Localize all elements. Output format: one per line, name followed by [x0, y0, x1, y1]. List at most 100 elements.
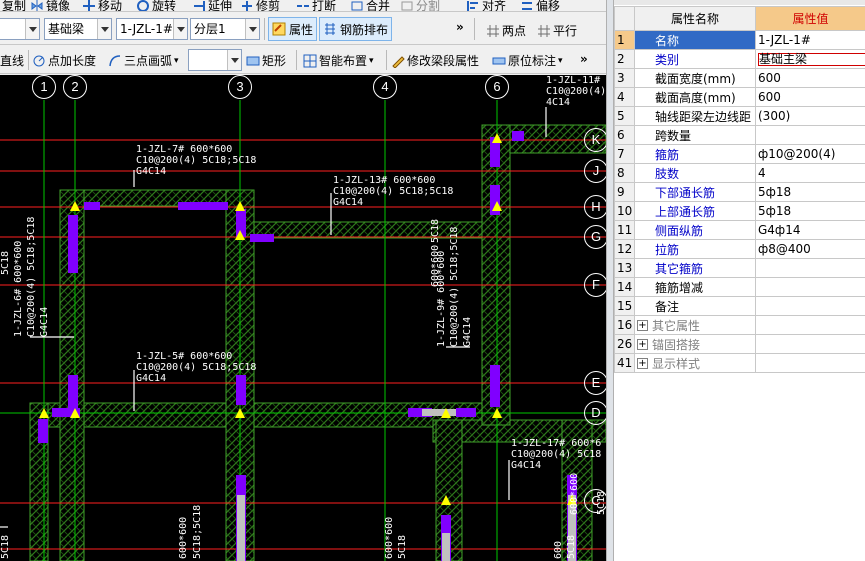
break-button[interactable]: 打断	[296, 0, 336, 11]
property-value-cell[interactable]: 1-JZL-1#	[755, 30, 865, 50]
property-value-cell[interactable]: ф8@400	[755, 239, 865, 259]
two-point-button[interactable]: 两点	[486, 22, 526, 39]
property-row[interactable]: 4 截面高度(mm) 600	[614, 87, 865, 107]
trim-button[interactable]: 修剪	[240, 0, 280, 11]
expand-plus-icon[interactable]: +	[637, 338, 648, 350]
copy-button[interactable]: 复制	[2, 0, 26, 11]
property-name-cell[interactable]: 跨数量	[634, 125, 756, 145]
point-length-button[interactable]: 点加长度	[32, 52, 96, 69]
split-button[interactable]: 分割	[400, 0, 440, 11]
trim-icon	[240, 0, 254, 11]
line-button[interactable]: 直线	[0, 52, 24, 69]
property-row[interactable]: 1 名称 1-JZL-1#	[614, 30, 865, 50]
property-row[interactable]: 9 下部通长筋 5ф18	[614, 182, 865, 202]
property-toggle-button[interactable]: 属性	[268, 17, 318, 41]
property-value-cell[interactable]: 600	[755, 68, 865, 88]
toolbar-overflow-icon[interactable]: »	[580, 52, 588, 66]
property-row[interactable]: 13 其它箍筋	[614, 258, 865, 278]
property-row[interactable]: 5 轴线距梁左边线距 (300)	[614, 106, 865, 126]
property-value-cell[interactable]: 4	[755, 163, 865, 183]
property-value-cell[interactable]: 5ф18	[755, 182, 865, 202]
offset-button[interactable]: 偏移	[520, 0, 560, 11]
property-row[interactable]: 8 肢数 4	[614, 163, 865, 183]
expand-plus-icon[interactable]: +	[637, 357, 648, 369]
property-value-cell[interactable]	[755, 277, 865, 297]
property-value: G4ф14	[758, 223, 801, 237]
category-select[interactable]: 基础梁	[44, 18, 112, 40]
property-value-cell[interactable]	[755, 334, 865, 354]
property-name-cell[interactable]: 拉筋	[634, 239, 756, 259]
beam-label-jzl-17[interactable]: 1-JZL-17# 600*6 C10@200(4) 5C18 G4C14	[511, 438, 601, 471]
property-row[interactable]: 15 备注	[614, 296, 865, 316]
align-icon	[466, 0, 480, 11]
property-row[interactable]: 26 + 锚固搭接	[614, 334, 865, 354]
origin-mark-button[interactable]: 原位标注 ▾	[492, 52, 563, 69]
property-value-cell[interactable]	[755, 353, 865, 373]
property-value-cell[interactable]: G4ф14	[755, 220, 865, 240]
property-group-wrap: + 其它属性	[637, 317, 753, 334]
beam-label-jzl-7[interactable]: 1-JZL-7# 600*600 C10@200(4) 5C18;5C18 G4…	[136, 144, 256, 177]
move-button[interactable]: 移动	[82, 0, 122, 11]
arc-mode-select[interactable]	[188, 49, 242, 71]
floor-select[interactable]	[0, 18, 40, 40]
property-row[interactable]: 41 + 显示样式	[614, 353, 865, 373]
property-value-cell[interactable]: 600	[755, 87, 865, 107]
property-name-cell[interactable]: 名称	[634, 30, 756, 50]
property-name-cell[interactable]: 截面宽度(mm)	[634, 68, 756, 88]
property-row[interactable]: 6 跨数量	[614, 125, 865, 145]
property-row[interactable]: 2 类别 基础主梁	[614, 49, 865, 69]
rectangle-button[interactable]: 矩形	[246, 52, 286, 69]
property-name-cell[interactable]: 其它箍筋	[634, 258, 756, 278]
merge-button[interactable]: 合并	[350, 0, 390, 11]
property-value-cell[interactable]	[755, 125, 865, 145]
rotate-button[interactable]: 旋转	[136, 0, 176, 11]
property-row[interactable]: 16 + 其它属性	[614, 315, 865, 335]
toolbar-overflow-icon[interactable]: »	[456, 20, 464, 34]
property-name-cell[interactable]: 箍筋增减	[634, 277, 756, 297]
property-name-cell[interactable]: 轴线距梁左边线距	[634, 106, 756, 126]
rebar-layout-button[interactable]: 钢筋排布	[319, 17, 393, 41]
property-name-cell[interactable]: 截面高度(mm)	[634, 87, 756, 107]
property-name-cell[interactable]: 箍筋	[634, 144, 756, 164]
property-row[interactable]: 12 拉筋 ф8@400	[614, 239, 865, 259]
extend-button[interactable]: 延伸	[192, 0, 232, 11]
edit-beam-icon	[391, 54, 405, 69]
property-value-cell[interactable]	[755, 296, 865, 316]
modify-segment-button[interactable]: 修改梁段属性	[391, 52, 479, 69]
panel-splitter[interactable]	[606, 0, 614, 561]
property-value-cell[interactable]: ф10@200(4)	[755, 144, 865, 164]
drawing-canvas[interactable]: 1 2 3 4 6 K J H G F E D C 1-JZL-11# C10@…	[0, 75, 606, 561]
align-button[interactable]: 对齐	[466, 0, 506, 11]
layer-select[interactable]: 分层1	[190, 18, 260, 40]
property-row[interactable]: 3 截面宽度(mm) 600	[614, 68, 865, 88]
property-row[interactable]: 14 箍筋增减	[614, 277, 865, 297]
property-name-cell[interactable]: + 其它属性	[634, 315, 756, 335]
smart-layout-button[interactable]: 智能布置 ▾	[303, 52, 374, 69]
property-name-cell[interactable]: 备注	[634, 296, 756, 316]
property-name-cell[interactable]: 上部通长筋	[634, 201, 756, 221]
property-value-cell[interactable]	[755, 315, 865, 335]
property-name-cell[interactable]: 侧面纵筋	[634, 220, 756, 240]
beam-label-jzl-11[interactable]: 1-JZL-11# C10@200(4) 4C14	[546, 75, 606, 108]
property-name-cell[interactable]: 下部通长筋	[634, 182, 756, 202]
property-value-cell[interactable]: 基础主梁	[755, 49, 865, 69]
member-select[interactable]: 1-JZL-1#	[116, 18, 188, 40]
property-value-cell[interactable]: (300)	[755, 106, 865, 126]
property-value-cell[interactable]	[755, 258, 865, 278]
expand-plus-icon[interactable]: +	[637, 319, 648, 331]
dropdown-caret-icon: ▾	[558, 55, 563, 66]
property-row[interactable]: 7 箍筋 ф10@200(4)	[614, 144, 865, 164]
property-name-cell[interactable]: + 锚固搭接	[634, 334, 756, 354]
mirror-button[interactable]: 镜像	[30, 0, 70, 11]
beam-label-jzl-13[interactable]: 1-JZL-13# 600*600 C10@200(4) 5C18;5C18 G…	[333, 175, 453, 208]
property-value-cell[interactable]: 5ф18	[755, 201, 865, 221]
parallel-button[interactable]: 平行	[537, 22, 577, 39]
property-row[interactable]: 10 上部通长筋 5ф18	[614, 201, 865, 221]
three-point-arc-button[interactable]: 三点画弧 ▾	[108, 52, 179, 69]
property-name-cell[interactable]: 肢数	[634, 163, 756, 183]
property-row[interactable]: 11 侧面纵筋 G4ф14	[614, 220, 865, 240]
property-name-cell[interactable]: 类别	[634, 49, 756, 69]
property-name-cell[interactable]: + 显示样式	[634, 353, 756, 373]
beam-label-jzl-5[interactable]: 1-JZL-5# 600*600 C10@200(4) 5C18;5C18 G4…	[136, 351, 256, 384]
vertical-beam-label: 5C18;5C18	[192, 504, 203, 559]
